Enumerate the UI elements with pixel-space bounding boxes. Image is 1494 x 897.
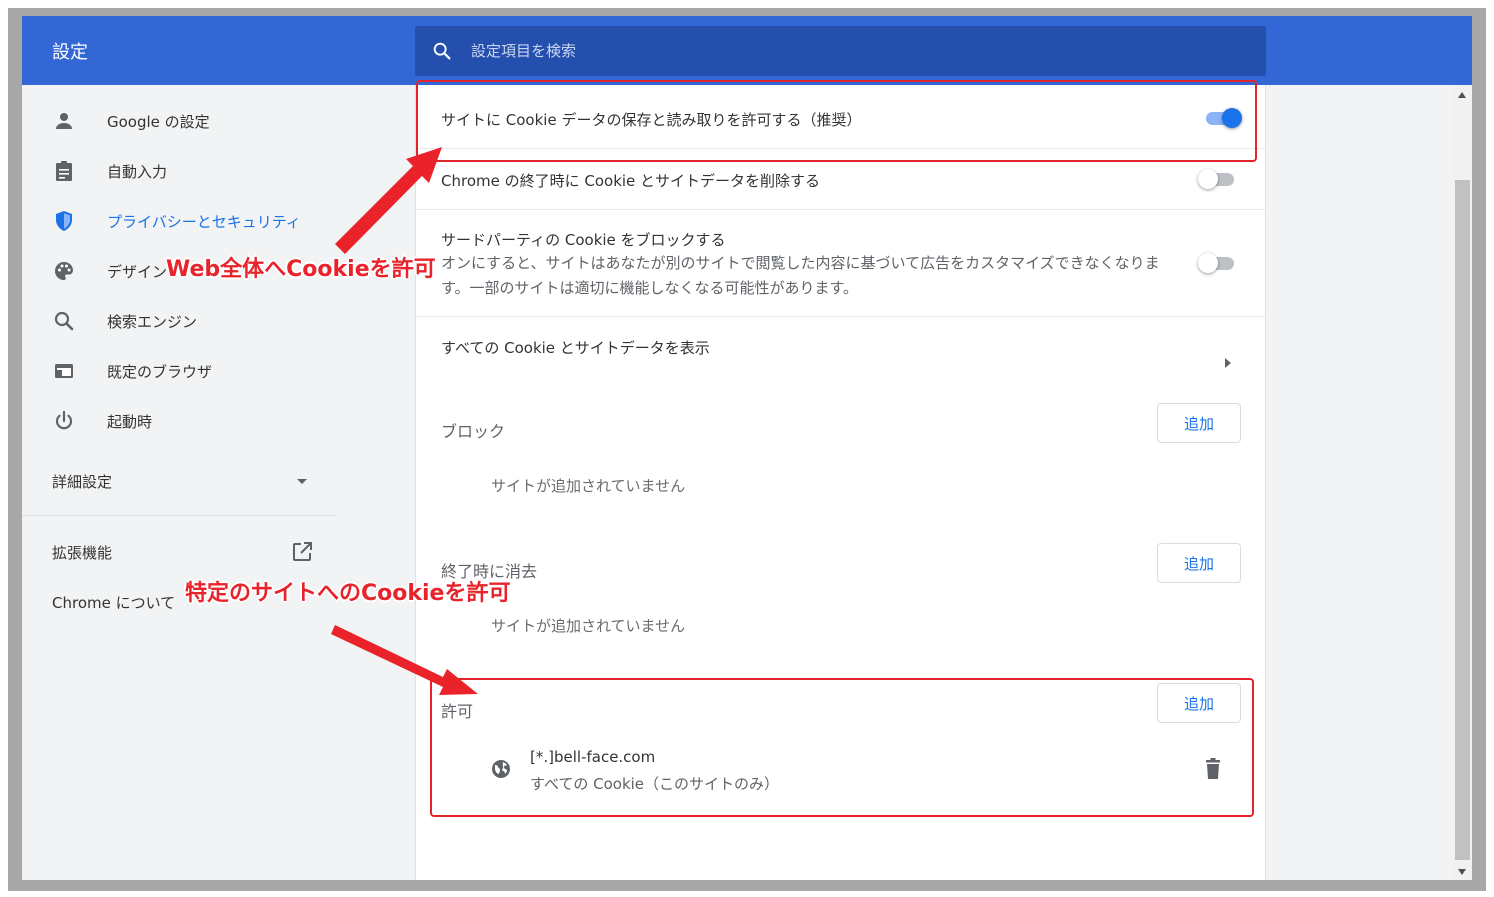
scroll-up-arrow-icon[interactable] xyxy=(1457,91,1467,99)
person-icon xyxy=(56,113,72,129)
scroll-thumb[interactable] xyxy=(1455,180,1470,860)
scroll-down-arrow-icon[interactable] xyxy=(1457,868,1467,876)
search-input[interactable] xyxy=(471,38,1231,64)
top-bar: 設定 xyxy=(22,16,1472,85)
page-title: 設定 xyxy=(52,42,88,63)
block-third-party-description: オンにすると、サイトはあなたが別のサイトで閲覧した内容に基づいて広告をカスタマイ… xyxy=(441,254,1160,297)
sidebar: Google の設定 自動入力 プライバシーとセキュリティ デザイン 検索エンジ… xyxy=(22,85,352,880)
scrollbar[interactable] xyxy=(1453,85,1472,880)
power-icon xyxy=(55,410,73,430)
see-all-cookies-link[interactable]: すべての Cookie とサイトデータを表示 xyxy=(441,337,710,358)
search-icon xyxy=(433,42,451,60)
sidebar-item-label: 自動入力 xyxy=(107,163,168,181)
search-icon xyxy=(54,311,74,331)
sidebar-item-privacy[interactable]: プライバシーとセキュリティ xyxy=(22,201,352,241)
extensions-link[interactable]: 拡張機能 xyxy=(52,542,112,563)
search-box[interactable] xyxy=(415,26,1266,76)
block-empty-message: サイトが追加されていません xyxy=(491,477,686,495)
sidebar-item-default-browser[interactable]: 既定のブラウザ xyxy=(22,351,352,391)
clear-on-exit-toggle[interactable] xyxy=(1198,167,1238,191)
open-in-new-icon[interactable] xyxy=(290,540,314,564)
sidebar-item-label: Google の設定 xyxy=(107,113,210,131)
chevron-down-icon[interactable] xyxy=(296,478,308,486)
sidebar-item-label: 検索エンジン xyxy=(107,313,198,331)
toggle-knob xyxy=(1198,169,1218,189)
block-third-party-toggle[interactable] xyxy=(1198,251,1238,275)
global-cookie-annotation: Web全体へCookieを許可 xyxy=(166,257,436,282)
row-divider xyxy=(416,316,1267,317)
allow-list-highlight-box xyxy=(430,678,1254,817)
sidebar-item-label: デザイン xyxy=(107,263,168,281)
clear-empty-message: サイトが追加されていません xyxy=(491,617,686,635)
advanced-settings-toggle[interactable]: 詳細設定 xyxy=(52,471,112,492)
global-cookie-highlight-box xyxy=(416,80,1257,162)
shield-icon xyxy=(56,211,72,231)
sidebar-item-label: 起動時 xyxy=(107,413,153,431)
sidebar-item-autofill[interactable]: 自動入力 xyxy=(22,151,352,191)
add-clear-site-button[interactable]: 追加 xyxy=(1157,543,1241,583)
sidebar-item-search-engine[interactable]: 検索エンジン xyxy=(22,301,352,341)
about-chrome-link[interactable]: Chrome について xyxy=(52,592,175,613)
toggle-knob xyxy=(1198,253,1218,273)
clear-on-exit-label: Chrome の終了時に Cookie とサイトデータを削除する xyxy=(441,172,821,190)
row-divider xyxy=(416,209,1267,210)
palette-icon xyxy=(55,262,73,280)
add-block-site-button[interactable]: 追加 xyxy=(1157,403,1241,443)
arrow-right-icon[interactable] xyxy=(1224,358,1232,368)
specific-site-annotation: 特定のサイトへのCookieを許可 xyxy=(185,581,511,606)
browser-icon xyxy=(55,364,73,378)
sidebar-item-google[interactable]: Google の設定 xyxy=(22,101,352,141)
block-heading: ブロック xyxy=(441,422,506,441)
clipboard-icon xyxy=(56,161,72,181)
sidebar-item-label: プライバシーとセキュリティ xyxy=(107,213,301,231)
sidebar-divider xyxy=(22,515,335,516)
block-third-party-label: サードパーティの Cookie をブロックする xyxy=(441,231,726,249)
sidebar-item-label: 既定のブラウザ xyxy=(107,363,213,381)
sidebar-item-startup[interactable]: 起動時 xyxy=(22,401,352,441)
